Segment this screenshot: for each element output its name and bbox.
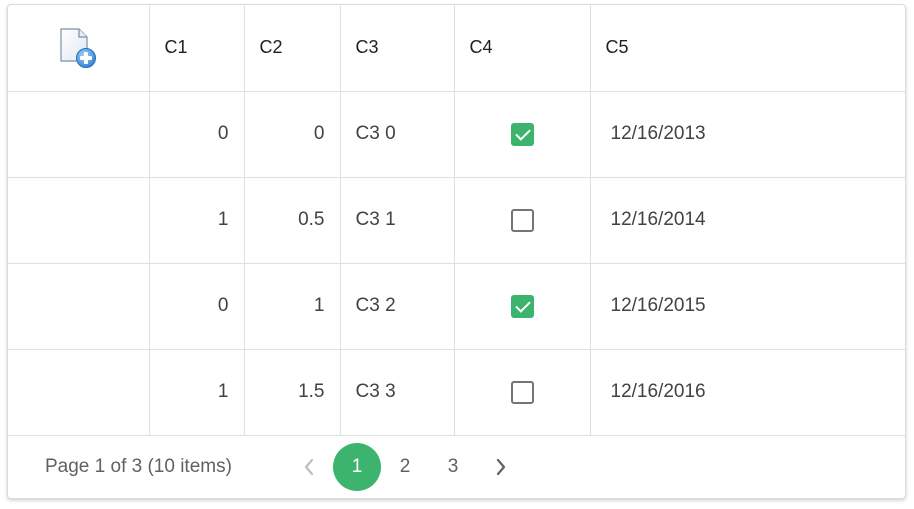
cell-c4 <box>454 263 591 350</box>
command-cell <box>8 349 150 436</box>
column-header-c3[interactable]: C3 <box>340 5 455 92</box>
cell-c3: C3 2 <box>340 263 455 350</box>
data-grid: C1 C2 C3 C4 C5 0 0 C3 0 12/16/2013 1 0.5… <box>7 4 906 499</box>
command-column-header <box>8 5 150 92</box>
grid-table: C1 C2 C3 C4 C5 0 0 C3 0 12/16/2013 1 0.5… <box>8 5 905 436</box>
command-cell <box>8 177 150 264</box>
cell-c5: 12/16/2015 <box>590 263 905 350</box>
header-row: C1 C2 C3 C4 C5 <box>8 5 905 92</box>
checkbox-checked[interactable] <box>510 122 534 146</box>
cell-c5: 12/16/2014 <box>590 177 905 264</box>
chevron-left-icon <box>304 458 314 476</box>
checkbox-checked[interactable] <box>510 294 534 318</box>
next-page-button[interactable] <box>477 443 525 491</box>
cell-c1: 0 <box>149 91 245 178</box>
cell-c2: 1 <box>244 263 341 350</box>
column-header-c4[interactable]: C4 <box>454 5 591 92</box>
pager: Page 1 of 3 (10 items) 1 2 3 <box>8 436 905 498</box>
cell-c4 <box>454 177 591 264</box>
cell-c3: C3 3 <box>340 349 455 436</box>
column-header-c2[interactable]: C2 <box>244 5 341 92</box>
prev-page-button[interactable] <box>285 443 333 491</box>
cell-c1: 1 <box>149 349 245 436</box>
cell-c5: 12/16/2016 <box>590 349 905 436</box>
cell-c1: 0 <box>149 263 245 350</box>
checkbox[interactable] <box>510 208 534 232</box>
cell-c4 <box>454 91 591 178</box>
column-header-c1[interactable]: C1 <box>149 5 245 92</box>
command-cell <box>8 91 150 178</box>
pager-nav: 1 2 3 <box>285 443 525 491</box>
cell-c3: C3 0 <box>340 91 455 178</box>
cell-c2: 1.5 <box>244 349 341 436</box>
cell-c5: 12/16/2013 <box>590 91 905 178</box>
cell-c3: C3 1 <box>340 177 455 264</box>
cell-c1: 1 <box>149 177 245 264</box>
command-cell <box>8 263 150 350</box>
chevron-right-icon <box>496 458 506 476</box>
page-button-3[interactable]: 3 <box>429 443 477 491</box>
table-row[interactable]: 0 1 C3 2 12/16/2015 <box>8 263 905 350</box>
add-document-icon[interactable] <box>58 27 98 69</box>
cell-c4 <box>454 349 591 436</box>
checkbox[interactable] <box>510 380 534 404</box>
column-header-c5[interactable]: C5 <box>590 5 905 92</box>
cell-c2: 0.5 <box>244 177 341 264</box>
page-button-2[interactable]: 2 <box>381 443 429 491</box>
pager-info: Page 1 of 3 (10 items) <box>45 456 232 477</box>
cell-c2: 0 <box>244 91 341 178</box>
table-row[interactable]: 1 0.5 C3 1 12/16/2014 <box>8 177 905 264</box>
page-button-1[interactable]: 1 <box>333 443 381 491</box>
table-row[interactable]: 0 0 C3 0 12/16/2013 <box>8 91 905 178</box>
table-row[interactable]: 1 1.5 C3 3 12/16/2016 <box>8 349 905 436</box>
